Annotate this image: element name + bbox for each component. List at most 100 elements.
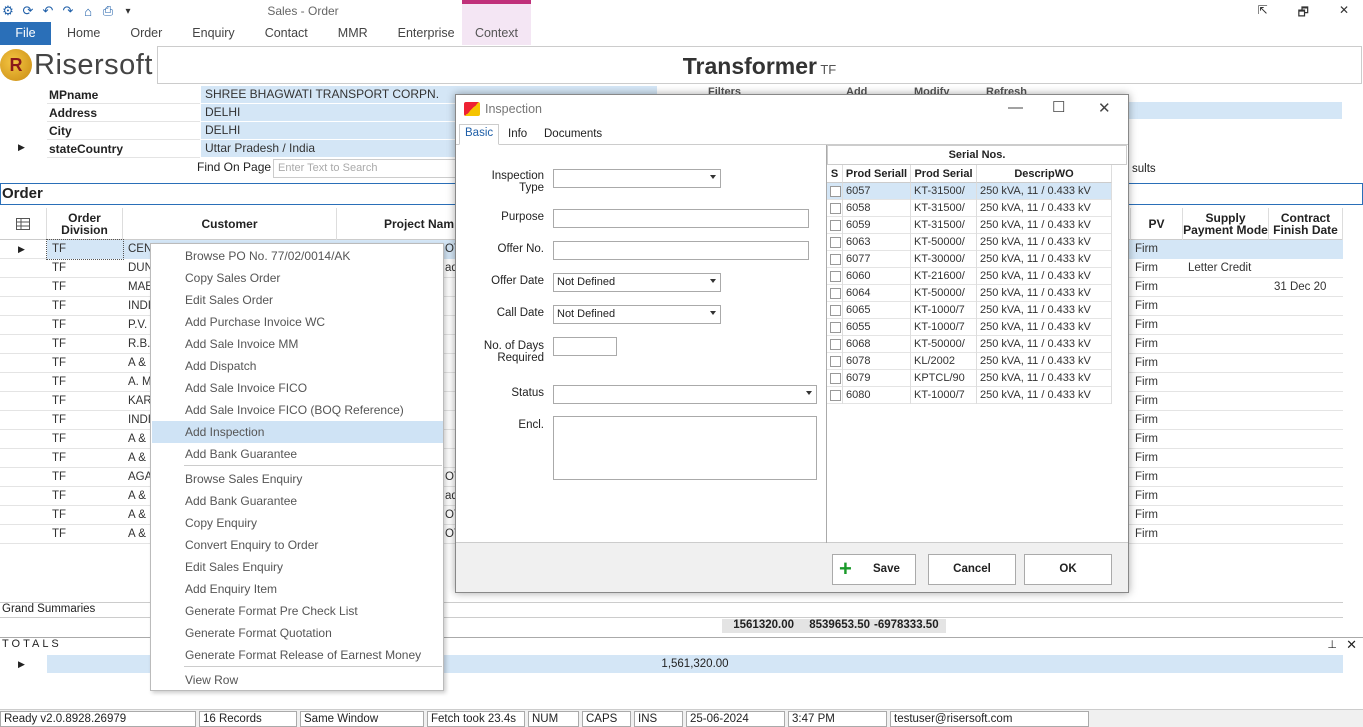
serial-checkbox[interactable] xyxy=(830,373,841,384)
serial-row[interactable]: 6057 KT-31500/250 kVA, 11 / 0.433 kV xyxy=(827,183,1112,200)
cell-supply[interactable] xyxy=(1183,373,1269,392)
cell-div[interactable]: TF xyxy=(47,487,123,506)
cell-finish[interactable]: 31 Dec 20 xyxy=(1269,278,1343,297)
days-required-input[interactable] xyxy=(553,337,617,356)
pin-icon[interactable]: ⊥ xyxy=(1327,638,1337,651)
cell-div[interactable]: TF xyxy=(47,354,123,373)
cell-finish[interactable] xyxy=(1269,506,1343,525)
serial-row[interactable]: 6063 KT-50000/250 kVA, 11 / 0.433 kV xyxy=(827,234,1112,251)
cell-supply[interactable] xyxy=(1183,487,1269,506)
serial-checkbox[interactable] xyxy=(830,390,841,401)
cell-supply[interactable] xyxy=(1183,525,1269,544)
col-prod-serial[interactable]: Prod Serial xyxy=(911,165,977,183)
col-select[interactable]: S xyxy=(827,165,843,183)
serial-row[interactable]: 6080 KT-1000/7 250 kVA, 11 / 0.433 kV xyxy=(827,387,1112,404)
cell-supply[interactable] xyxy=(1183,449,1269,468)
cell-cust[interactable]: INDI xyxy=(123,297,151,316)
encl-textarea[interactable] xyxy=(553,416,817,480)
col-customer[interactable]: Customer xyxy=(123,208,337,240)
serial-checkbox[interactable] xyxy=(830,305,841,316)
menu-item[interactable]: Edit Sales Order xyxy=(152,289,443,311)
maximize-icon[interactable]: ☐ xyxy=(1052,98,1065,116)
inspection-type-select[interactable] xyxy=(553,169,721,188)
cell-supply[interactable] xyxy=(1183,278,1269,297)
cell-div[interactable]: TF xyxy=(47,468,123,487)
cell-div[interactable]: TF xyxy=(47,373,123,392)
menu-item[interactable]: Convert Enquiry to Order xyxy=(152,534,443,556)
cell-div[interactable]: TF xyxy=(47,411,123,430)
menu-item[interactable]: Add Sale Invoice MM xyxy=(152,333,443,355)
cell-pv[interactable]: Firm xyxy=(1130,506,1183,525)
offer-date-picker[interactable]: Not Defined xyxy=(553,273,721,292)
cell-cust[interactable]: A & I xyxy=(123,449,151,468)
serial-row[interactable]: 6065 KT-1000/7 250 kVA, 11 / 0.433 kV xyxy=(827,302,1112,319)
cell-pv[interactable]: Firm xyxy=(1130,487,1183,506)
cell-supply[interactable] xyxy=(1183,411,1269,430)
cell-finish[interactable] xyxy=(1269,240,1343,259)
cell-finish[interactable] xyxy=(1269,449,1343,468)
cell-finish[interactable] xyxy=(1269,430,1343,449)
cell-pv[interactable]: Firm xyxy=(1130,278,1183,297)
cell-supply[interactable] xyxy=(1183,468,1269,487)
cell-pv[interactable]: Firm xyxy=(1130,449,1183,468)
cell-finish[interactable] xyxy=(1269,259,1343,278)
menu-item[interactable]: Generate Format Quotation xyxy=(152,622,443,644)
cell-cust[interactable]: R.B. xyxy=(123,335,151,354)
tab-context[interactable]: Context xyxy=(462,22,531,45)
tab-documents[interactable]: Documents xyxy=(539,126,607,145)
serial-checkbox[interactable] xyxy=(830,356,841,367)
cell-pv[interactable]: Firm xyxy=(1130,297,1183,316)
serial-checkbox[interactable] xyxy=(830,237,841,248)
tab-enquiry[interactable]: Enquiry xyxy=(178,22,248,45)
menu-item[interactable]: Generate Format Release of Earnest Money xyxy=(152,644,443,666)
col-prod-seriall[interactable]: Prod Seriall xyxy=(843,165,911,183)
tab-home[interactable]: Home xyxy=(53,22,114,45)
ok-button[interactable]: OK xyxy=(1024,554,1112,585)
tab-info[interactable]: Info xyxy=(503,126,532,145)
serial-checkbox[interactable] xyxy=(830,288,841,299)
save-button[interactable]: + Save xyxy=(832,554,916,585)
find-input[interactable]: Enter Text to Search xyxy=(273,159,458,178)
cell-finish[interactable] xyxy=(1269,468,1343,487)
cell-div[interactable]: TF xyxy=(47,297,123,316)
cell-div[interactable]: TF xyxy=(46,239,124,260)
col-contract-finish-date[interactable]: Contract Finish Date xyxy=(1269,208,1343,240)
cell-finish[interactable] xyxy=(1269,316,1343,335)
menu-item[interactable]: Add Dispatch xyxy=(152,355,443,377)
menu-item[interactable]: Add Sale Invoice FICO (BOQ Reference) xyxy=(152,399,443,421)
grid-layout-icon[interactable] xyxy=(0,208,47,240)
serial-checkbox[interactable] xyxy=(830,203,841,214)
call-date-picker[interactable]: Not Defined xyxy=(553,305,721,324)
cell-pv[interactable]: Firm xyxy=(1130,240,1183,259)
cell-div[interactable]: TF xyxy=(47,259,123,278)
cell-cust[interactable]: P.V. xyxy=(123,316,151,335)
cell-finish[interactable] xyxy=(1269,487,1343,506)
tab-order[interactable]: Order xyxy=(116,22,176,45)
menu-item[interactable]: Add Sale Invoice FICO xyxy=(152,377,443,399)
cell-cust[interactable]: A & I xyxy=(123,506,151,525)
cell-cust[interactable]: A & I xyxy=(123,430,151,449)
menu-item[interactable]: Add Bank Guarantee xyxy=(152,443,443,465)
minimize-icon[interactable]: — xyxy=(1008,99,1023,116)
col-project[interactable]: Project Nam xyxy=(337,208,457,240)
serial-row[interactable]: 6078 KL/2002 250 kVA, 11 / 0.433 kV xyxy=(827,353,1112,370)
offer-no-input[interactable] xyxy=(553,241,809,260)
serial-row[interactable]: 6055 KT-1000/7 250 kVA, 11 / 0.433 kV xyxy=(827,319,1112,336)
menu-item[interactable]: View Row xyxy=(152,669,443,691)
menu-item[interactable]: Copy Enquiry xyxy=(152,512,443,534)
cell-cust[interactable]: KAR xyxy=(123,392,151,411)
cell-cust[interactable]: A & I xyxy=(123,354,151,373)
col-descripwo[interactable]: DescripWO xyxy=(977,165,1112,183)
close-icon[interactable]: ✕ xyxy=(1098,99,1111,117)
maximize-icon[interactable]: 🗗 xyxy=(1298,3,1309,24)
menu-item[interactable]: Add Inspection xyxy=(152,421,443,443)
cell-finish[interactable] xyxy=(1269,297,1343,316)
cell-div[interactable]: TF xyxy=(47,392,123,411)
status-select[interactable] xyxy=(553,385,817,404)
cell-pv[interactable]: Firm xyxy=(1130,525,1183,544)
col-order-division[interactable]: Order Division xyxy=(47,208,123,240)
serial-checkbox[interactable] xyxy=(830,186,841,197)
cell-finish[interactable] xyxy=(1269,525,1343,544)
purpose-input[interactable] xyxy=(553,209,809,228)
serial-row[interactable]: 6079 KPTCL/90 250 kVA, 11 / 0.433 kV xyxy=(827,370,1112,387)
